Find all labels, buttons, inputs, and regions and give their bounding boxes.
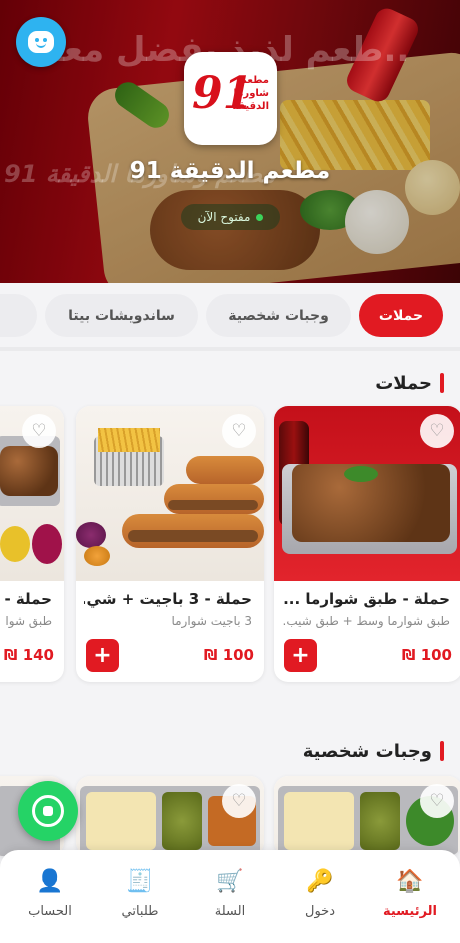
chat-smile-icon bbox=[28, 31, 54, 53]
baguette-1 bbox=[186, 456, 264, 484]
section-heading: حملات bbox=[375, 372, 432, 394]
product-card[interactable]: ♡ bbox=[274, 776, 460, 856]
nav-cart[interactable]: 🛒 السلة bbox=[190, 868, 270, 928]
product-card[interactable]: ♡ حملة - 3 باجيت + شي... 3 باجيت شوارما … bbox=[76, 406, 264, 682]
add-to-cart-button[interactable]: + bbox=[86, 639, 119, 672]
rice bbox=[284, 792, 354, 850]
category-tabs: حملات وجبات شخصية ساندويشات بيتا سن bbox=[0, 292, 460, 340]
tab-pita-sandwiches[interactable]: ساندويشات بيتا bbox=[45, 294, 198, 337]
product-card[interactable]: ♡ bbox=[76, 776, 264, 856]
section-title-campaigns: حملات bbox=[375, 371, 444, 395]
home-icon: 🏠 bbox=[396, 869, 424, 894]
product-price: 100 ₪ bbox=[203, 646, 254, 664]
olives bbox=[360, 792, 400, 850]
product-description: طبق شوارما وسط + طبق شيب... bbox=[282, 614, 450, 628]
section-heading: وجبات شخصية bbox=[302, 740, 432, 762]
tab-campaigns[interactable]: حملات bbox=[359, 294, 443, 337]
favorite-heart-icon[interactable]: ♡ bbox=[420, 784, 454, 818]
product-name: حملة - bbox=[4, 590, 52, 608]
status-dot-icon bbox=[256, 213, 264, 221]
tab-personal-meals[interactable]: وجبات شخصية bbox=[206, 294, 351, 337]
whatsapp-button[interactable] bbox=[18, 781, 78, 841]
open-status-badge: مفتوح الآن bbox=[181, 204, 280, 230]
whatsapp-icon bbox=[32, 795, 64, 827]
bottom-navigation: 🏠 الرئيسية 🔑 دخول 🛒 السلة 🧾 طلباتي 👤 الح… bbox=[0, 850, 460, 943]
product-description: طبق شوا bbox=[5, 614, 52, 628]
add-to-cart-button[interactable]: + bbox=[284, 639, 317, 672]
favorite-heart-icon[interactable]: ♡ bbox=[420, 414, 454, 448]
cart-icon: 🛒 bbox=[216, 869, 244, 894]
product-price: 100 ₪ bbox=[401, 646, 452, 664]
rice bbox=[86, 792, 156, 850]
nav-orders[interactable]: 🧾 طلباتي bbox=[100, 868, 180, 928]
shawarma-meat bbox=[0, 446, 58, 496]
logo-text: مطعم شاورما الدقيقة bbox=[232, 75, 269, 112]
product-card[interactable]: ♡ حملة - طبق شوارما ... طبق شوارما وسط +… bbox=[274, 406, 460, 682]
beet-cup bbox=[32, 524, 62, 564]
nav-label: الرئيسية bbox=[382, 904, 438, 919]
nav-label: السلة bbox=[214, 904, 246, 919]
key-icon: 🔑 bbox=[306, 869, 334, 894]
nav-login[interactable]: 🔑 دخول bbox=[280, 868, 360, 928]
product-name: حملة - 3 باجيت + شي... bbox=[84, 590, 252, 608]
section-accent-bar bbox=[440, 373, 444, 393]
baguette-filling bbox=[128, 530, 258, 542]
sauce-bowl bbox=[84, 546, 110, 566]
baguette-filling bbox=[168, 500, 258, 510]
nav-label: طلباتي bbox=[121, 904, 159, 919]
olives bbox=[162, 792, 202, 850]
receipt-icon: 🧾 bbox=[126, 869, 154, 894]
product-card[interactable]: ♡ حملة - طبق شوا 140 ₪ + bbox=[0, 406, 64, 682]
restaurant-name: مطعم الدقيقة 91 bbox=[129, 158, 331, 184]
tabs-divider bbox=[0, 347, 460, 351]
section-title-personal-meals: وجبات شخصية bbox=[303, 739, 444, 763]
fries bbox=[98, 428, 160, 452]
pickles-bowl bbox=[76, 522, 106, 548]
nav-account[interactable]: 👤 الحساب bbox=[10, 868, 90, 928]
tab-more[interactable]: سن bbox=[0, 294, 37, 337]
chat-support-button[interactable] bbox=[16, 17, 66, 67]
favorite-heart-icon[interactable]: ♡ bbox=[22, 414, 56, 448]
product-description: 3 باجيت شوارما bbox=[171, 614, 252, 628]
open-status-text: مفتوح الآن bbox=[197, 210, 251, 224]
favorite-heart-icon[interactable]: ♡ bbox=[222, 784, 256, 818]
restaurant-logo: 91 مطعم شاورما الدقيقة bbox=[184, 52, 277, 145]
nav-label: الحساب bbox=[28, 904, 72, 919]
nav-label: دخول bbox=[305, 904, 335, 919]
app-screen: طعم لذيذ يفضل معاك.. 91 مطعم وشاورما الد… bbox=[0, 0, 460, 943]
nav-home[interactable]: 🏠 الرئيسية bbox=[370, 868, 450, 928]
user-icon: 👤 bbox=[36, 869, 64, 894]
product-name: حملة - طبق شوارما ... bbox=[283, 590, 450, 608]
parsley-garnish bbox=[344, 466, 378, 482]
product-price: 140 ₪ bbox=[3, 646, 54, 664]
favorite-heart-icon[interactable]: ♡ bbox=[222, 414, 256, 448]
corn-cup bbox=[0, 526, 30, 562]
section-accent-bar bbox=[440, 741, 444, 761]
